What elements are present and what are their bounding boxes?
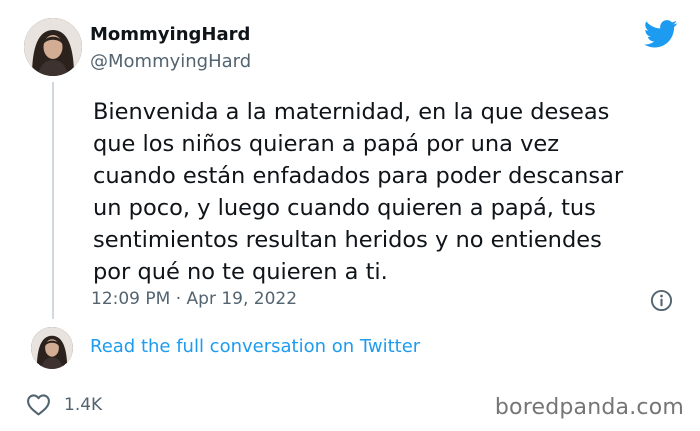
like-count: 1.4K [64,395,103,415]
twitter-bird-icon[interactable] [644,20,678,48]
tweet-text: Bienvenida a la maternidad, en la que de… [93,96,663,288]
thread-line [52,82,54,319]
heart-icon[interactable] [26,393,51,416]
watermark: boredpanda.com [494,395,684,420]
display-name[interactable]: MommyingHard [90,24,250,45]
info-icon[interactable] [650,289,673,312]
tweet-card: MommyingHard @MommyingHard Bienvenida a … [0,0,700,431]
tweet-timestamp[interactable]: 12:09 PM · Apr 19, 2022 [91,289,297,309]
tweet-text-line: que los niños quieran a papá por una vez [93,131,560,157]
avatar-photo [31,327,73,369]
avatar[interactable] [24,18,82,76]
tweet-text-line: Bienvenida a la maternidad, en la que de… [93,99,610,125]
tweet-text-line: por qué no te quieren a ti. [93,259,388,285]
tweet-text-line: cuando están enfadados para poder descan… [93,163,624,189]
reply-avatar[interactable] [31,327,73,369]
user-handle[interactable]: @MommyingHard [90,51,251,72]
avatar-photo [24,18,82,76]
read-conversation-link[interactable]: Read the full conversation on Twitter [90,336,420,357]
tweet-text-line: sentimientos resultan heridos y no entie… [93,227,602,253]
tweet-text-line: un poco, y luego cuando quieren a papá, … [93,195,596,221]
